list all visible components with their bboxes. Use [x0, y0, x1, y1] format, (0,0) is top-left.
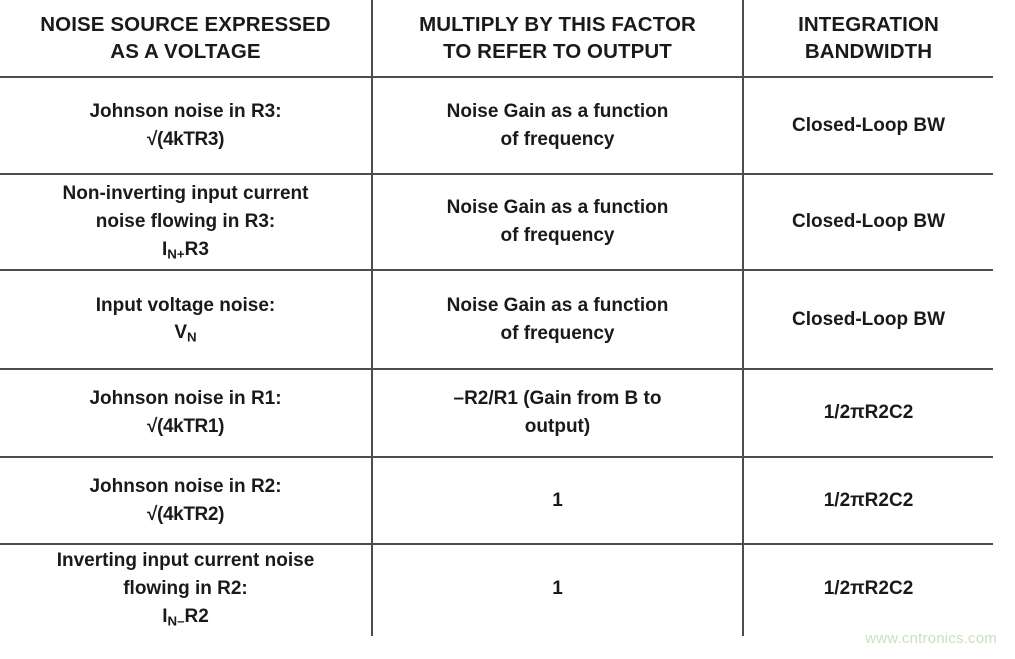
noise-source-line3: IN+R3 [162, 238, 209, 262]
subscript: N [187, 330, 197, 345]
column-header-multiply-factor-line2: TO REFER TO OUTPUT [443, 40, 672, 63]
column-divider-2 [742, 0, 744, 636]
column-header-multiply-factor: MULTIPLY BY THIS FACTOR TO REFER TO OUTP… [371, 0, 743, 78]
noise-source-line2: √(4kTR2) [146, 503, 225, 525]
cell-integration-bandwidth: Closed-Loop BW [742, 270, 993, 370]
cell-multiply-factor: 1 [371, 457, 743, 545]
column-header-noise-source-line1: NOISE SOURCE EXPRESSED [40, 12, 331, 36]
cell-integration-bandwidth: Closed-Loop BW [742, 174, 993, 271]
table-row: Input voltage noise: VN Noise Gain as a … [0, 270, 993, 370]
cell-integration-bandwidth: 1/2πR2C2 [742, 369, 993, 458]
cell-multiply-factor: –R2/R1 (Gain from B to output) [371, 369, 743, 458]
cell-noise-source: Johnson noise in R2: √(4kTR2) [0, 457, 372, 545]
noise-source-line3: IN–R2 [162, 605, 209, 629]
noise-source-line2: VN [174, 322, 197, 345]
column-header-integration-bandwidth-line1: INTEGRATION [798, 12, 939, 36]
cell-noise-source: Non-inverting input current noise flowin… [0, 174, 372, 271]
cell-integration-bandwidth: Closed-Loop BW [742, 77, 993, 175]
multiply-factor-line1: Noise Gain as a function [446, 100, 669, 122]
table-header: NOISE SOURCE EXPRESSED AS A VOLTAGE MULT… [0, 0, 993, 78]
noise-contributions-table: NOISE SOURCE EXPRESSED AS A VOLTAGE MULT… [0, 0, 993, 633]
column-divider-1 [371, 0, 373, 636]
table-row: Non-inverting input current noise flowin… [0, 174, 993, 271]
column-header-integration-bandwidth: INTEGRATION BANDWIDTH [742, 0, 993, 78]
multiply-factor-line1: Noise Gain as a function [446, 197, 669, 219]
noise-source-line1: Johnson noise in R1: [89, 388, 282, 410]
cell-integration-bandwidth: 1/2πR2C2 [742, 544, 993, 633]
table-row: Johnson noise in R3: √(4kTR3) Noise Gain… [0, 77, 993, 175]
table-row: Inverting input current noise flowing in… [0, 544, 993, 633]
noise-source-line1: Johnson noise in R2: [89, 475, 282, 497]
column-header-noise-source: NOISE SOURCE EXPRESSED AS A VOLTAGE [0, 0, 372, 78]
noise-source-line1: Johnson noise in R3: [89, 100, 282, 122]
column-header-noise-source-line2: AS A VOLTAGE [110, 40, 261, 63]
multiply-factor-line1: Noise Gain as a function [446, 294, 669, 316]
cell-multiply-factor: 1 [371, 544, 743, 633]
cell-integration-bandwidth: 1/2πR2C2 [742, 457, 993, 545]
subscript: N+ [167, 246, 185, 262]
column-header-integration-bandwidth-line2: BANDWIDTH [804, 40, 933, 63]
table-body: Johnson noise in R3: √(4kTR3) Noise Gain… [0, 77, 993, 633]
cell-noise-source: Johnson noise in R1: √(4kTR1) [0, 369, 372, 458]
watermark-text: www.cntronics.com [865, 630, 997, 647]
table-row: Johnson noise in R2: √(4kTR2) 1 1/2πR2C2 [0, 457, 993, 545]
cell-multiply-factor: Noise Gain as a function of frequency [371, 77, 743, 175]
column-header-multiply-factor-line1: MULTIPLY BY THIS FACTOR [419, 12, 696, 36]
cell-multiply-factor: Noise Gain as a function of frequency [371, 174, 743, 271]
cell-noise-source: Johnson noise in R3: √(4kTR3) [0, 77, 372, 175]
header-row: NOISE SOURCE EXPRESSED AS A VOLTAGE MULT… [0, 0, 993, 78]
multiply-factor-line2: output) [524, 416, 591, 437]
cell-multiply-factor: Noise Gain as a function of frequency [371, 270, 743, 370]
subscript: N– [167, 613, 185, 629]
multiply-factor-line1: 1 [552, 578, 563, 600]
table-row: Johnson noise in R1: √(4kTR1) –R2/R1 (Ga… [0, 369, 993, 458]
noise-source-line2: √(4kTR1) [146, 416, 225, 437]
multiply-factor-line2: of frequency [500, 128, 615, 150]
cell-noise-source: Input voltage noise: VN [0, 270, 372, 370]
noise-source-line2: noise flowing in R3: [95, 211, 276, 232]
multiply-factor-line2: of frequency [500, 225, 615, 246]
multiply-factor-line2: of frequency [500, 322, 615, 344]
noise-source-line2: √(4kTR3) [146, 128, 225, 150]
noise-source-line1: Non-inverting input current [62, 183, 309, 205]
noise-source-line1: Input voltage noise: [95, 294, 276, 316]
table-sheet: NOISE SOURCE EXPRESSED AS A VOLTAGE MULT… [0, 0, 1015, 659]
cell-noise-source: Inverting input current noise flowing in… [0, 544, 372, 633]
multiply-factor-line1: 1 [552, 489, 563, 511]
noise-source-line1: Inverting input current noise [56, 550, 315, 572]
multiply-factor-line1: –R2/R1 (Gain from B to [453, 388, 662, 410]
noise-source-line2: flowing in R2: [123, 578, 248, 599]
